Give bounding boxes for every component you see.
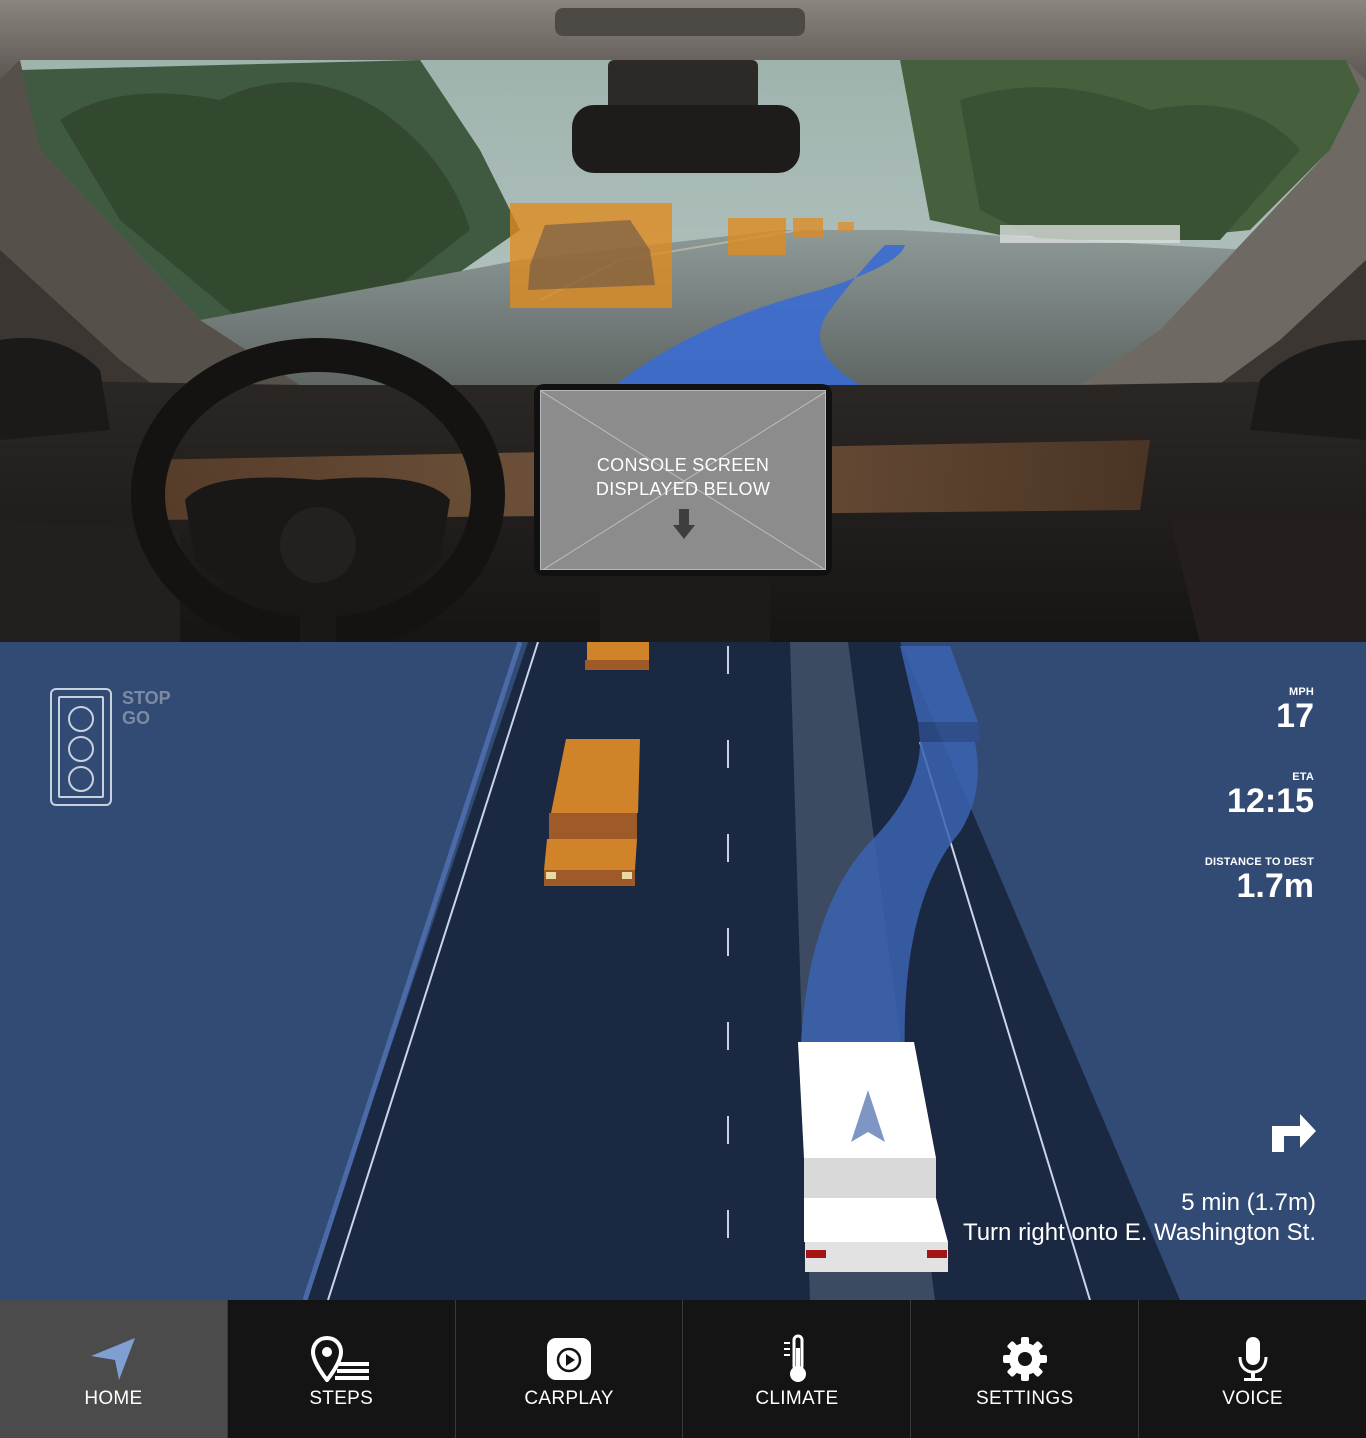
nav-steps-button[interactable]: STEPS bbox=[228, 1300, 456, 1438]
map-pin-list-icon bbox=[311, 1334, 371, 1384]
lead-vehicle-far bbox=[585, 642, 649, 670]
nav-settings-button[interactable]: SETTINGS bbox=[911, 1300, 1140, 1438]
eta-value: 12:15 bbox=[1227, 782, 1314, 820]
nav-voice-button[interactable]: VOICE bbox=[1139, 1300, 1366, 1438]
nav-carplay-label: CARPLAY bbox=[524, 1388, 614, 1409]
traffic-light-middle-lamp bbox=[68, 736, 94, 762]
eta-readout: ETA 12:15 bbox=[1227, 771, 1314, 819]
traffic-light-status: STOP GO bbox=[122, 688, 171, 728]
route-summary: 5 min (1.7m) bbox=[1181, 1189, 1316, 1216]
nav-steps-label: STEPS bbox=[309, 1388, 374, 1409]
cabin-view: CONSOLE SCREEN DISPLAYED BELOW bbox=[0, 0, 1366, 642]
traffic-light-bottom-lamp bbox=[68, 766, 94, 792]
distance-value: 1.7m bbox=[1236, 867, 1315, 905]
nav-settings-label: SETTINGS bbox=[976, 1388, 1074, 1409]
traffic-light-top-lamp bbox=[68, 706, 94, 732]
speed-value: 17 bbox=[1276, 697, 1314, 735]
distance-readout: DISTANCE TO DEST 1.7m bbox=[1205, 856, 1314, 904]
bottom-nav-bar: HOME STEPS CARPLAY CLIMATE SETTINGS VOIC… bbox=[0, 1300, 1366, 1438]
nav-home-button[interactable]: HOME bbox=[0, 1300, 228, 1438]
console-label-line2: DISPLAYED BELOW bbox=[595, 479, 771, 499]
speed-readout: MPH 17 bbox=[1276, 686, 1314, 734]
nav-carplay-button[interactable]: CARPLAY bbox=[456, 1300, 684, 1438]
traffic-light-icon bbox=[50, 688, 112, 806]
console-screen-placeholder: CONSOLE SCREEN DISPLAYED BELOW bbox=[534, 384, 832, 576]
turn-instruction-text: Turn right onto E. Washington St. bbox=[962, 1219, 1316, 1246]
thermometer-icon bbox=[767, 1334, 827, 1384]
console-screen-display: CONSOLE SCREEN DISPLAYED BELOW bbox=[540, 390, 826, 570]
nav-climate-label: CLIMATE bbox=[755, 1388, 839, 1409]
nav-home-label: HOME bbox=[84, 1388, 143, 1409]
carplay-icon bbox=[539, 1334, 599, 1384]
traffic-light-go-label: GO bbox=[122, 708, 151, 728]
console-screen-label: CONSOLE SCREEN DISPLAYED BELOW bbox=[541, 453, 825, 501]
navigation-display: STOP GO MPH 17 ETA 12:15 DISTANCE TO DES… bbox=[0, 642, 1366, 1300]
traffic-light-stop-label: STOP bbox=[122, 688, 171, 708]
console-label-line1: CONSOLE SCREEN bbox=[596, 455, 770, 475]
arrow-down-icon bbox=[673, 509, 695, 539]
turn-instructions: 5 min (1.7m) Turn right onto E. Washingt… bbox=[963, 1188, 1316, 1248]
turn-right-icon bbox=[1272, 1114, 1316, 1152]
gear-icon bbox=[995, 1334, 1055, 1384]
nav-voice-label: VOICE bbox=[1222, 1388, 1283, 1409]
nav-climate-button[interactable]: CLIMATE bbox=[683, 1300, 912, 1438]
microphone-icon bbox=[1223, 1334, 1283, 1384]
navigation-arrow-icon bbox=[83, 1334, 143, 1384]
